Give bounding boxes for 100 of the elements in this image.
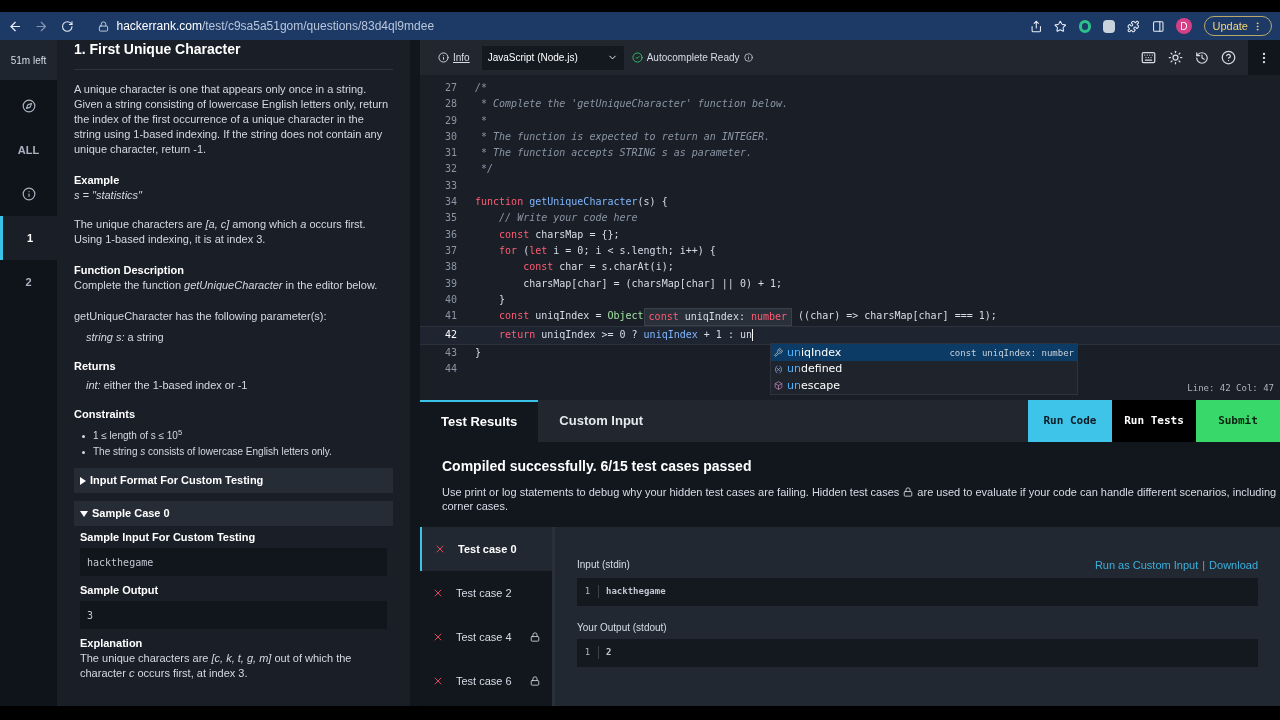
accordion-header[interactable]: Input Format For Custom Testing <box>74 468 393 493</box>
language-select[interactable]: JavaScript (Node.js) <box>481 45 624 70</box>
section-heading: Sample Output <box>79 583 160 598</box>
reload-icon[interactable] <box>60 19 74 33</box>
submit-button[interactable]: Submit <box>1196 400 1280 442</box>
code-line: return uniqIndex >= 0 ? uniqIndex + 1 : un <box>498 328 753 344</box>
code-line: * Complete the 'getUniqueCharacter' function below. <box>480 97 789 112</box>
section-heading: Explanation <box>79 636 144 651</box>
description-text: getUniqueCharacter has the following parameter(s): <box>74 309 328 324</box>
sample-block: hackthegame <box>80 548 387 576</box>
code-line: * The function accepts STRING s as parameter. <box>480 146 752 161</box>
text-cursor <box>751 329 753 342</box>
line-number: 37 <box>443 243 457 258</box>
extension-icon[interactable] <box>1078 19 1092 33</box>
question-nav-item[interactable]: 1 <box>0 216 57 260</box>
code-line: // Write your code here <box>498 211 638 226</box>
field-label: Your Output (stdout) <box>577 620 668 635</box>
description-text: The unique characters are [a, c] among which a occurs first. Using 1-based indexing, it is at index 3. <box>74 217 367 247</box>
help-icon[interactable] <box>1221 50 1236 65</box>
line-number: 36 <box>443 227 457 242</box>
suggestion-item[interactable]: uniqIndex const uniqIndex: number <box>771 344 1077 361</box>
test-case-item[interactable]: Test case 6 <box>420 659 552 703</box>
code-line: } <box>475 345 482 360</box>
suggestion-detail: const uniqIndex: number <box>949 346 1074 360</box>
parameter-text: string s: a string <box>85 330 165 345</box>
suggestion-label: undefined <box>787 361 843 378</box>
test-case-item[interactable]: Test case 2 <box>420 571 552 615</box>
collapsed-caret-icon <box>80 476 86 485</box>
line-number: 29 <box>443 113 457 128</box>
section-heading: Returns <box>74 359 117 374</box>
result-headline: Compiled successfully. 6/15 test cases passed <box>442 457 753 476</box>
info-link[interactable]: Info <box>453 50 470 65</box>
line-number: 31 <box>443 146 457 161</box>
description-text: Complete the function getUniqueCharacter in the editor below. <box>74 278 379 293</box>
run-tests-button[interactable]: Run Tests <box>1112 400 1196 442</box>
share-icon[interactable] <box>1029 19 1043 33</box>
line-number: 38 <box>443 260 457 275</box>
description-text: A unique character is one that appears only once in a string. Given a string consisting of lowercase English letters only, return the index of the first occurrence of a unique character in the string using 1-based indexing. If the string does not contain any unique character, return -1. <box>74 82 390 157</box>
theme-icon[interactable] <box>1168 50 1183 65</box>
code-line: charsMap[char] = (charsMap[char] || 0) + 1; <box>522 276 783 292</box>
wrench-icon <box>774 348 783 358</box>
results-tab[interactable]: Custom Input <box>538 400 665 442</box>
suggestion-item[interactable]: undefined <box>771 360 1077 378</box>
info-icon <box>21 187 36 201</box>
keyboard-icon[interactable] <box>1141 50 1156 65</box>
line-number: 39 <box>443 276 457 291</box>
lock-icon <box>529 632 540 642</box>
section-heading: Sample Input For Custom Testing <box>79 530 257 545</box>
results-tab[interactable]: Test Results <box>420 400 539 442</box>
avatar[interactable]: D <box>1176 18 1192 34</box>
line-number: 30 <box>443 129 457 144</box>
code-line: */ <box>480 162 494 177</box>
run-as-custom-input-link[interactable]: Run as Custom Input <box>1094 557 1199 574</box>
code-line: ((char) => charsMap[char] === 1); <box>797 309 997 324</box>
line-number: 34 <box>443 195 457 210</box>
problem-title: 1. First Unique Character <box>74 42 393 70</box>
constraint-text: The string s consists of lowercase English letters only. <box>93 445 332 459</box>
bullet-icon <box>82 435 85 438</box>
side-panel-icon[interactable] <box>1151 19 1165 33</box>
code-line: const uniqIndex = Object <box>498 309 644 324</box>
expanded-caret-icon <box>80 510 88 517</box>
result-note: Use print or log statements to debug why your hidden test cases are failing. Hidden test cases <box>442 485 900 499</box>
lock-icon <box>903 487 914 497</box>
check-icon <box>631 52 643 63</box>
run-code-button[interactable]: Run Code <box>1028 400 1112 442</box>
code-line: const charsMap = {}; <box>498 227 620 242</box>
section-heading: Function Description <box>74 263 185 278</box>
example-text: s = "statistics" <box>74 188 144 203</box>
download-link[interactable]: Download <box>1209 557 1258 574</box>
line-number: 28 <box>443 97 457 112</box>
bookmark-icon[interactable] <box>1054 19 1067 33</box>
cube-icon <box>774 381 783 391</box>
question-nav-item[interactable]: 2 <box>0 260 57 304</box>
code-line: /* <box>475 81 488 95</box>
test-case-item[interactable]: Test case 0 <box>420 527 552 571</box>
hover-tooltip: const uniqIndex: number <box>643 308 793 327</box>
accordion-header[interactable]: Sample Case 0 <box>74 501 393 526</box>
fail-icon <box>432 631 444 643</box>
stdin-block: 1 hackthegame <box>577 577 1258 606</box>
code-line: * The function is expected to return an INTEGER. <box>480 129 770 144</box>
question-nav-item[interactable]: ALL <box>0 128 57 172</box>
section-heading: Constraints <box>74 407 137 422</box>
suggestion-item[interactable]: unescape <box>771 377 1077 394</box>
code-line: function getUniqueCharacter(s) { <box>475 195 668 210</box>
extension-icon[interactable] <box>1103 19 1115 33</box>
code-line: const char = s.charAt(i); <box>522 260 674 275</box>
line-number: 27 <box>443 81 457 95</box>
code-line: * <box>480 113 488 128</box>
line-number: 33 <box>443 178 457 193</box>
test-case-item[interactable]: Test case 4 <box>420 615 552 659</box>
result-note: are used to evaluate if your code can handle different scenarios, including <box>917 485 1277 499</box>
parameter-text: int: either the 1-based index or -1 <box>85 378 249 393</box>
history-icon[interactable] <box>1195 50 1209 65</box>
extensions-icon[interactable] <box>1126 19 1140 33</box>
cursor-position: Line: 42 Col: 47 <box>1187 381 1274 395</box>
variable-icon <box>774 364 783 374</box>
info-icon <box>743 53 753 62</box>
result-note: corner cases. <box>442 499 509 513</box>
bullet-icon <box>82 451 85 454</box>
fail-icon <box>434 543 446 555</box>
